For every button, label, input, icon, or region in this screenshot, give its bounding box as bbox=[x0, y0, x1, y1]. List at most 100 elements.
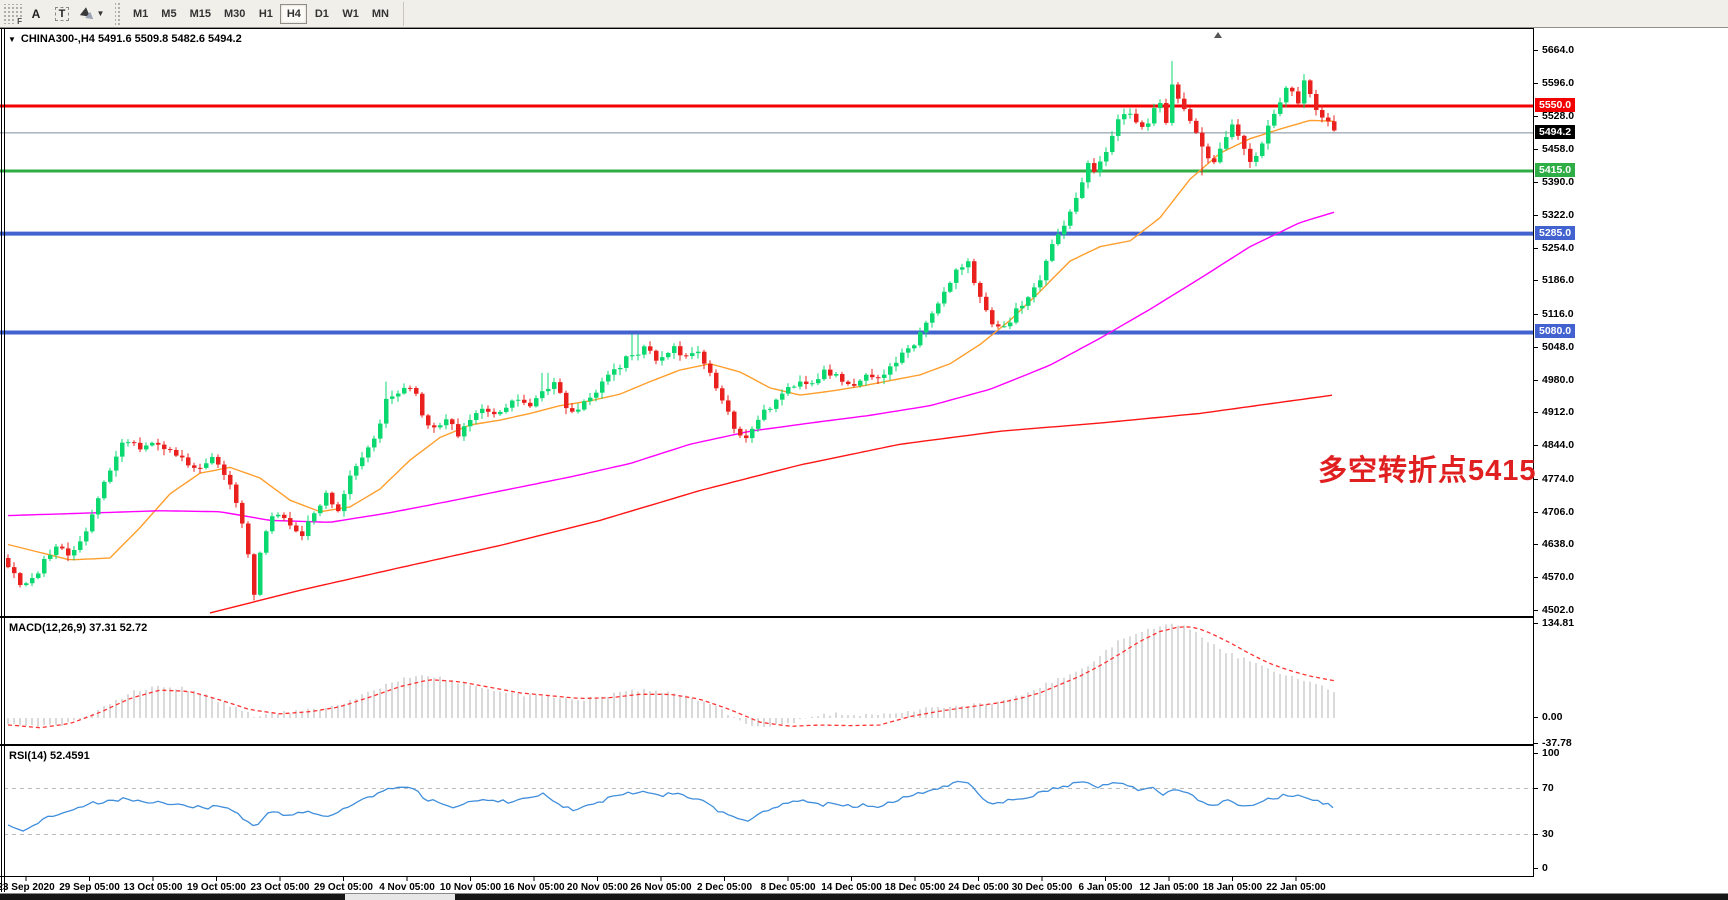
price-tick-dash bbox=[1534, 182, 1538, 183]
chart-title: ▼ CHINA300-,H4 5491.6 5509.8 5482.6 5494… bbox=[8, 33, 242, 45]
svg-text:18 Jan 05:00: 18 Jan 05:00 bbox=[1203, 882, 1263, 893]
mt4-window: F A T ▼ M1M5M15M30H1H4D1W1MN ▼ CHINA300-… bbox=[0, 0, 1728, 900]
price-tick: 5116.0 bbox=[1542, 308, 1574, 320]
svg-text:2 Dec 05:00: 2 Dec 05:00 bbox=[697, 882, 752, 893]
price-tick-dash bbox=[1534, 280, 1538, 281]
price-tick-dash bbox=[1534, 116, 1538, 117]
annotate-a-button[interactable]: A bbox=[24, 3, 48, 25]
price-tick: 4638.0 bbox=[1542, 538, 1574, 550]
cursor-style-button[interactable]: ▼ bbox=[76, 3, 110, 25]
svg-text:23 Oct 05:00: 23 Oct 05:00 bbox=[251, 882, 310, 893]
current-price-badge: 5494.2 bbox=[1535, 125, 1575, 139]
chart-annotation: 多空转折点5415 bbox=[1318, 447, 1537, 489]
svg-text:14 Dec 05:00: 14 Dec 05:00 bbox=[821, 882, 882, 893]
price-tick: 5322.0 bbox=[1542, 209, 1574, 221]
chart-title-text: CHINA300-,H4 5491.6 5509.8 5482.6 5494.2 bbox=[21, 33, 242, 45]
rsi-tick-dash bbox=[1534, 834, 1538, 835]
rsi-tick: 30 bbox=[1542, 828, 1554, 840]
chevron-down-icon: ▼ bbox=[97, 9, 105, 18]
price-tick-dash bbox=[1534, 512, 1538, 513]
price-tick-dash bbox=[1534, 347, 1538, 348]
price-tick-dash bbox=[1534, 412, 1538, 413]
macd-tick-dash bbox=[1534, 717, 1538, 718]
timeframe-m30[interactable]: M30 bbox=[218, 4, 251, 24]
level-badge-5285.0: 5285.0 bbox=[1535, 226, 1575, 240]
timeframe-group: M1M5M15M30H1H4D1W1MN bbox=[127, 4, 395, 24]
svg-text:16 Nov 05:00: 16 Nov 05:00 bbox=[503, 882, 565, 893]
macd-tick-dash bbox=[1534, 743, 1538, 744]
price-tick: 5664.0 bbox=[1542, 44, 1574, 56]
svg-text:29 Sep 05:00: 29 Sep 05:00 bbox=[59, 882, 120, 893]
bottom-bar bbox=[0, 893, 1728, 900]
svg-text:4 Nov 05:00: 4 Nov 05:00 bbox=[379, 882, 435, 893]
timeframe-h4[interactable]: H4 bbox=[280, 4, 307, 24]
price-tick: 5048.0 bbox=[1542, 341, 1574, 353]
price-tick-dash bbox=[1534, 380, 1538, 381]
rsi-tick-dash bbox=[1534, 753, 1538, 754]
date-axis[interactable]: 23 Sep 202029 Sep 05:0013 Oct 05:0019 Oc… bbox=[0, 877, 1728, 893]
triangle-down-icon: ▼ bbox=[8, 35, 16, 44]
level-badge-5550.0: 5550.0 bbox=[1535, 98, 1575, 112]
svg-text:30 Dec 05:00: 30 Dec 05:00 bbox=[1012, 882, 1073, 893]
toolbar-grip-icon: F bbox=[2, 4, 22, 24]
macd-surface[interactable] bbox=[0, 619, 1533, 745]
macd-label: MACD(12,26,9) 37.31 52.72 bbox=[9, 622, 147, 634]
timeframe-h1[interactable]: H1 bbox=[252, 4, 279, 24]
svg-text:18 Dec 05:00: 18 Dec 05:00 bbox=[885, 882, 946, 893]
rsi-tick-dash bbox=[1534, 868, 1538, 869]
rsi-tick: 100 bbox=[1542, 747, 1560, 759]
toolbar-separator-grip bbox=[115, 3, 122, 25]
price-tick: 4980.0 bbox=[1542, 374, 1574, 386]
price-tick: 4502.0 bbox=[1542, 604, 1574, 616]
macd-tick: 0.00 bbox=[1542, 711, 1562, 723]
price-axis[interactable]: 5664.05596.05528.05458.05390.05322.05254… bbox=[1533, 28, 1728, 877]
svg-text:24 Dec 05:00: 24 Dec 05:00 bbox=[948, 882, 1009, 893]
svg-text:22 Jan 05:00: 22 Jan 05:00 bbox=[1266, 882, 1326, 893]
rsi-label: RSI(14) 52.4591 bbox=[9, 750, 90, 762]
price-tick-dash bbox=[1534, 50, 1538, 51]
price-tick-dash bbox=[1534, 314, 1538, 315]
price-tick-dash bbox=[1534, 577, 1538, 578]
svg-text:13 Oct 05:00: 13 Oct 05:00 bbox=[124, 882, 183, 893]
price-tick-dash bbox=[1534, 215, 1538, 216]
level-badge-5080.0: 5080.0 bbox=[1535, 324, 1575, 338]
price-tick-dash bbox=[1534, 149, 1538, 150]
rsi-surface[interactable] bbox=[0, 747, 1533, 877]
price-tick: 4912.0 bbox=[1542, 406, 1574, 418]
rsi-tick: 70 bbox=[1542, 782, 1554, 794]
timeframe-mn[interactable]: MN bbox=[366, 4, 395, 24]
text-label-button[interactable]: T bbox=[50, 3, 74, 25]
rsi-tick: 0 bbox=[1542, 862, 1548, 874]
price-tick: 5254.0 bbox=[1542, 242, 1574, 254]
price-tick-dash bbox=[1534, 610, 1538, 611]
timeframe-w1[interactable]: W1 bbox=[336, 4, 365, 24]
svg-text:10 Nov 05:00: 10 Nov 05:00 bbox=[440, 882, 502, 893]
timeframe-m5[interactable]: M5 bbox=[155, 4, 182, 24]
price-tick: 4706.0 bbox=[1542, 506, 1574, 518]
svg-text:8 Dec 05:00: 8 Dec 05:00 bbox=[760, 882, 815, 893]
price-chart-panel: ▼ CHINA300-,H4 5491.6 5509.8 5482.6 5494… bbox=[0, 28, 1533, 617]
price-tick: 4774.0 bbox=[1542, 473, 1574, 485]
timeframe-m1[interactable]: M1 bbox=[127, 4, 154, 24]
svg-text:29 Oct 05:00: 29 Oct 05:00 bbox=[314, 882, 373, 893]
macd-tick: 134.81 bbox=[1542, 617, 1574, 629]
price-tick-dash bbox=[1534, 248, 1538, 249]
rsi-tick-dash bbox=[1534, 788, 1538, 789]
svg-text:20 Nov 05:00: 20 Nov 05:00 bbox=[567, 882, 629, 893]
timeframe-m15[interactable]: M15 bbox=[184, 4, 217, 24]
price-chart-surface[interactable] bbox=[0, 30, 1533, 617]
timeframe-d1[interactable]: D1 bbox=[308, 4, 335, 24]
rsi-panel: RSI(14) 52.4591 bbox=[0, 745, 1533, 877]
bottom-bar-segment bbox=[345, 894, 455, 900]
svg-text:19 Oct 05:00: 19 Oct 05:00 bbox=[187, 882, 246, 893]
svg-text:12 Jan 05:00: 12 Jan 05:00 bbox=[1139, 882, 1199, 893]
svg-text:26 Nov 05:00: 26 Nov 05:00 bbox=[630, 882, 692, 893]
price-tick: 5390.0 bbox=[1542, 176, 1574, 188]
price-tick: 4844.0 bbox=[1542, 439, 1574, 451]
svg-text:6 Jan 05:00: 6 Jan 05:00 bbox=[1079, 882, 1133, 893]
macd-tick-dash bbox=[1534, 623, 1538, 624]
level-badge-5415.0: 5415.0 bbox=[1535, 163, 1575, 177]
price-tick: 5186.0 bbox=[1542, 274, 1574, 286]
toolbar-separator bbox=[403, 2, 404, 26]
price-tick: 5596.0 bbox=[1542, 77, 1574, 89]
